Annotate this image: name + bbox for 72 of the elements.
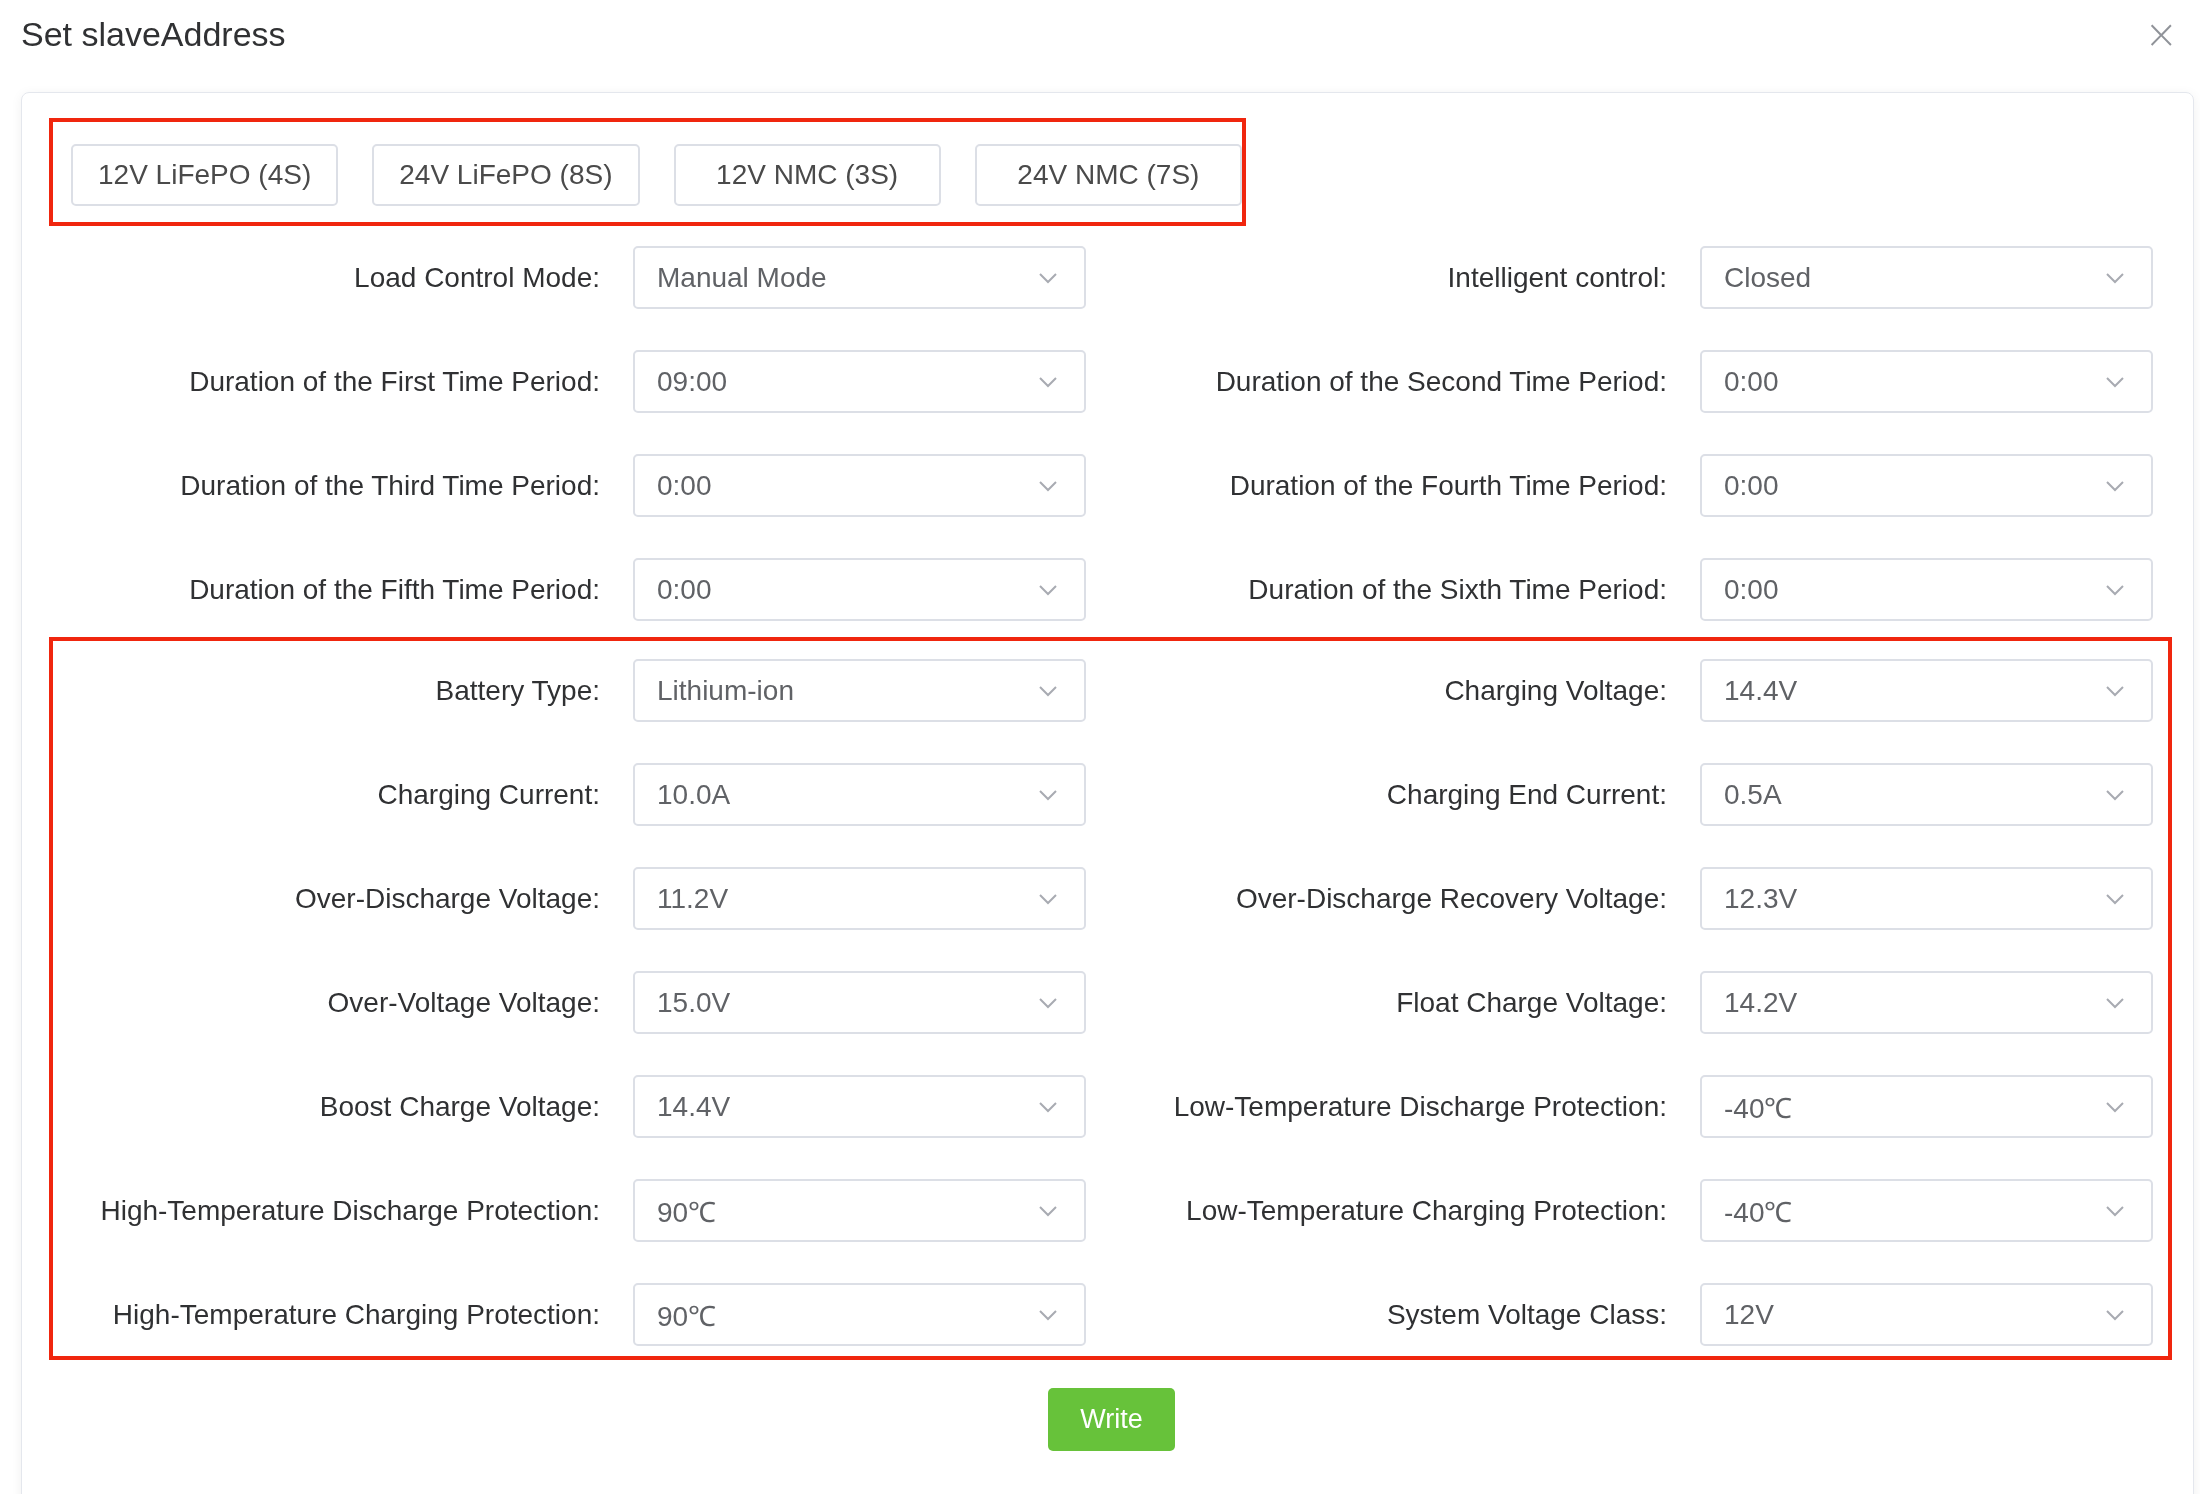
field-label: System Voltage Class: [1385, 1298, 1667, 1331]
field-label: Float Charge Voltage: [1395, 986, 1667, 1019]
dropdown-field[interactable]: 14.2V [1700, 971, 2153, 1034]
chevron-down-icon [1038, 892, 1058, 905]
field-label: Over-Discharge Recovery Voltage: [1234, 882, 1667, 915]
chevron-down-icon [2105, 684, 2125, 697]
field-label: Load Control Mode: [353, 261, 600, 294]
dropdown-field[interactable]: 0:00 [1700, 558, 2153, 621]
field-label: Over-Discharge Voltage: [293, 882, 600, 915]
field-label: High-Temperature Discharge Protection: [99, 1194, 600, 1227]
field-label: Low-Temperature Charging Protection: [1185, 1194, 1667, 1227]
chevron-down-icon [2105, 996, 2125, 1009]
preset-button[interactable]: 24V NMC (7S) [974, 144, 1242, 206]
dialog-title: Set slaveAddress [21, 14, 286, 54]
field-label: Duration of the Second Time Period: [1214, 365, 1667, 398]
close-button[interactable]: × [2132, 14, 2190, 54]
field-label: Duration of the First Time Period: [188, 365, 600, 398]
dropdown-field[interactable]: 11.2V [633, 867, 1086, 930]
chevron-down-icon [2105, 1308, 2125, 1321]
dropdown-field[interactable]: 14.4V [633, 1075, 1086, 1138]
dropdown-field[interactable]: 15.0V [633, 971, 1086, 1034]
dropdown-field[interactable]: Manual Mode [633, 246, 1086, 309]
dropdown-field[interactable]: 0:00 [633, 454, 1086, 517]
dropdown-field[interactable]: 10.0A [633, 763, 1086, 826]
chevron-down-icon [1038, 1308, 1058, 1321]
dropdown-field[interactable]: 12V [1700, 1283, 2153, 1346]
field-label: Intelligent control: [1446, 261, 1667, 294]
dropdown-field[interactable]: 0.5A [1700, 763, 2153, 826]
field-label: Charging Current: [376, 778, 600, 811]
preset-button[interactable]: 12V LiFePO (4S) [71, 144, 339, 206]
field-label: Battery Type: [434, 674, 600, 707]
field-label: Charging Voltage: [1443, 674, 1667, 707]
chevron-down-icon [1038, 788, 1058, 801]
chevron-down-icon [2105, 788, 2125, 801]
preset-button[interactable]: 12V NMC (3S) [673, 144, 941, 206]
chevron-down-icon [1038, 375, 1058, 388]
chevron-down-icon [2105, 479, 2125, 492]
chevron-down-icon [1038, 479, 1058, 492]
dropdown-field[interactable]: Closed [1700, 246, 2153, 309]
dropdown-field[interactable]: 0:00 [1700, 350, 2153, 413]
chevron-down-icon [1038, 1204, 1058, 1217]
dropdown-field[interactable]: 0:00 [1700, 454, 2153, 517]
field-label: Charging End Current: [1385, 778, 1667, 811]
field-label: Duration of the Fifth Time Period: [188, 573, 600, 606]
dropdown-field[interactable]: Lithium-ion [633, 659, 1086, 722]
chevron-down-icon [2105, 375, 2125, 388]
dropdown-field[interactable]: 0:00 [633, 558, 1086, 621]
field-label: Duration of the Fourth Time Period: [1228, 469, 1667, 502]
dropdown-field[interactable]: 09:00 [633, 350, 1086, 413]
chevron-down-icon [2105, 271, 2125, 284]
field-label: Duration of the Sixth Time Period: [1247, 573, 1667, 606]
field-label: Boost Charge Voltage: [318, 1090, 600, 1123]
chevron-down-icon [1038, 996, 1058, 1009]
field-label: Duration of the Third Time Period: [179, 469, 600, 502]
chevron-down-icon [2105, 1100, 2125, 1113]
dropdown-field[interactable]: -40℃ [1700, 1075, 2153, 1138]
field-label: High-Temperature Charging Protection: [111, 1298, 600, 1331]
chevron-down-icon [2105, 1204, 2125, 1217]
field-label: Over-Voltage Voltage: [326, 986, 600, 1019]
dropdown-field[interactable]: 12.3V [1700, 867, 2153, 930]
dropdown-field[interactable]: 90℃ [633, 1283, 1086, 1346]
chevron-down-icon [1038, 1100, 1058, 1113]
preset-button[interactable]: 24V LiFePO (8S) [372, 144, 640, 206]
chevron-down-icon [1038, 684, 1058, 697]
chevron-down-icon [1038, 583, 1058, 596]
dropdown-field[interactable]: -40℃ [1700, 1179, 2153, 1242]
dropdown-field[interactable]: 90℃ [633, 1179, 1086, 1242]
chevron-down-icon [2105, 583, 2125, 596]
dropdown-field[interactable]: 14.4V [1700, 659, 2153, 722]
chevron-down-icon [2105, 892, 2125, 905]
field-label: Low-Temperature Discharge Protection: [1172, 1090, 1667, 1123]
chevron-down-icon [1038, 271, 1058, 284]
